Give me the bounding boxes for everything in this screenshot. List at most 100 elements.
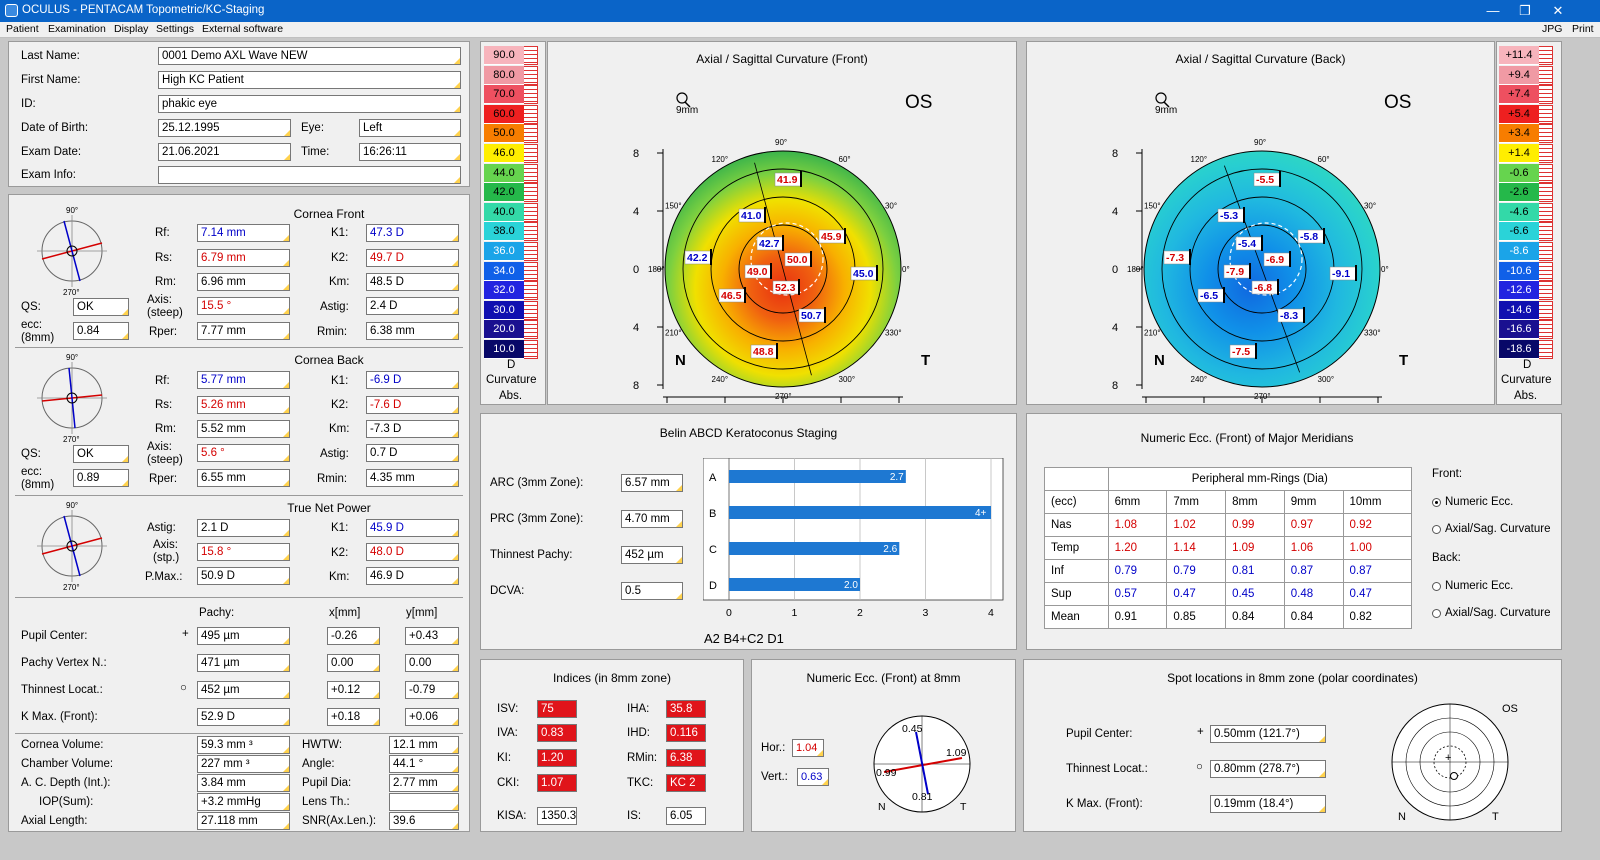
ecc-cell: 0.47 — [1342, 582, 1412, 606]
front-numeric-ecc-label[interactable]: Numeric Ecc. — [1445, 496, 1513, 508]
cki-value: 1.07 — [537, 774, 577, 792]
cornea-front-k1: 47.3 D — [366, 224, 459, 242]
isv-label: ISV: — [497, 703, 519, 715]
back-axial-sag-label[interactable]: Axial/Sag. Curvature — [1445, 607, 1550, 619]
back-zoom-label[interactable]: 9mm — [1155, 105, 1177, 116]
cornea-front-rmin: 6.38 mm — [366, 322, 459, 340]
cornea-front-k2: 49.7 D — [366, 249, 459, 267]
first-name-field[interactable]: High KC Patient — [158, 71, 461, 89]
ihd-label: IHD: — [627, 727, 650, 739]
last-name-field[interactable]: 0001 Demo AXL Wave NEW — [158, 47, 461, 65]
cornea-back-rm: 5.52 mm — [197, 420, 290, 438]
chart-bar — [729, 578, 860, 591]
scale-tick-marks — [524, 320, 538, 340]
scale-cell: -12.6 — [1499, 281, 1539, 301]
menu-jpg[interactable]: JPG — [1542, 23, 1562, 35]
time-label: Time: — [301, 146, 330, 158]
angle-label: 300° — [1318, 375, 1335, 384]
scale-cell: 70.0 — [484, 85, 524, 105]
exam-date-field[interactable]: 21.06.2021 — [158, 143, 291, 161]
menu-settings[interactable]: Settings — [156, 23, 194, 35]
cornea-back-title: Cornea Back — [294, 353, 364, 367]
back-scale-mode[interactable]: Curvature — [1501, 374, 1552, 386]
kisa-value: 1350.3 — [537, 807, 577, 825]
cornea-front-title: Cornea Front — [293, 207, 365, 221]
angle-label: 270° — [775, 392, 792, 401]
front-curvature-map[interactable]: 840488404890°60°30°0°330°300°270°240°210… — [548, 42, 1018, 406]
close-button[interactable]: ✕ — [1545, 2, 1571, 20]
id-field[interactable]: phakic eye — [158, 95, 461, 113]
map-value: 50.7 — [801, 310, 822, 322]
iva-value: 0.83 — [537, 724, 577, 742]
ecc-cell: 0.47 — [1166, 582, 1227, 606]
front-scale-mode[interactable]: Curvature — [486, 374, 537, 386]
pachy-vertex-label: Pachy Vertex N.: — [21, 657, 107, 669]
front-axial-sag-radio[interactable] — [1432, 525, 1441, 534]
is-value: 6.05 — [666, 807, 706, 825]
back-numeric-ecc-radio[interactable] — [1432, 582, 1441, 591]
front-option-label: Front: — [1432, 468, 1463, 480]
scale-cell: -14.6 — [1499, 300, 1539, 320]
back-option-label: Back: — [1432, 552, 1461, 564]
back-scale-type[interactable]: Abs. — [1514, 390, 1537, 402]
menu-print[interactable]: Print — [1572, 23, 1594, 35]
scale-cell: 60.0 — [484, 104, 524, 124]
scale-tick-marks — [524, 65, 538, 85]
front-scale-type[interactable]: Abs. — [499, 390, 522, 402]
dob-field[interactable]: 25.12.1995 — [158, 119, 291, 137]
spot-thinnest-value: 0.80mm (278.7°) — [1210, 760, 1326, 778]
steep-label: (steep) — [147, 307, 183, 319]
scale-cell: -18.6 — [1499, 340, 1539, 359]
chart-category-label: C — [709, 544, 717, 556]
angle-label: 90° — [775, 138, 787, 147]
iha-label: IHA: — [627, 703, 650, 715]
time-field[interactable]: 16:26:11 — [359, 143, 461, 161]
restore-button[interactable]: ❐ — [1512, 2, 1538, 20]
scale-tick-marks — [524, 261, 538, 281]
circle-marker-icon: ○ — [1196, 761, 1203, 773]
scale-tick-marks — [1539, 163, 1553, 183]
scale-cell: 20.0 — [484, 320, 524, 340]
back-axial-sag-radio[interactable] — [1432, 609, 1441, 618]
scale-tick-marks — [1539, 85, 1553, 105]
front-zoom-label[interactable]: 9mm — [676, 105, 698, 116]
angle-label: 210° — [1144, 329, 1161, 338]
menu-examination[interactable]: Examination — [48, 23, 106, 35]
separator — [15, 597, 463, 598]
chart-data-label: 4+ — [975, 508, 987, 519]
exam-info-field[interactable] — [158, 166, 461, 184]
spot-kmax-value: 0.19mm (18.4°) — [1210, 795, 1326, 813]
ecc-cell: 0.84 — [1225, 605, 1285, 629]
minimize-button[interactable]: — — [1480, 2, 1506, 20]
menu-patient[interactable]: Patient — [6, 23, 39, 35]
angle-label: 180° — [1127, 265, 1144, 274]
back-curvature-map[interactable]: 840488404890°60°30°0°330°300°270°240°210… — [1027, 42, 1496, 406]
thinnest-pachy-label: Thinnest Pachy: — [490, 549, 573, 561]
pupil-center-y: +0.43 — [405, 627, 459, 645]
y-axis-label: 8 — [1112, 148, 1118, 160]
hor-value: 1.04 — [792, 739, 824, 757]
rper-label: Rper: — [149, 473, 178, 485]
chart-bar — [729, 506, 991, 519]
cornea-front-qs: OK — [73, 298, 129, 316]
lens-th-value — [389, 793, 459, 811]
scale-tick-marks — [1539, 242, 1553, 261]
rf-label: Rf: — [155, 227, 170, 239]
eye-field[interactable]: Left — [359, 119, 461, 137]
back-numeric-ecc-label[interactable]: Numeric Ecc. — [1445, 580, 1513, 592]
angle-label: 330° — [1364, 329, 1381, 338]
cornea-front-rf: 7.14 mm — [197, 224, 290, 242]
menu-external-software[interactable]: External software — [202, 23, 283, 35]
prc-value: 4.70 mm — [621, 510, 683, 528]
rm-label: Rm: — [155, 423, 177, 435]
menu-display[interactable]: Display — [114, 23, 148, 35]
front-axial-sag-label[interactable]: Axial/Sag. Curvature — [1445, 523, 1550, 535]
indices-title: Indices (in 8mm zone) — [552, 671, 672, 685]
scale-tick-marks — [1539, 65, 1553, 85]
arc-label: ARC (3mm Zone): — [490, 477, 584, 489]
iop-value: +3.2 mmHg — [197, 793, 290, 811]
true-net-power-title: True Net Power — [287, 501, 371, 515]
ecc-8mm-label: (8mm) — [21, 332, 55, 344]
front-numeric-ecc-radio[interactable] — [1432, 498, 1441, 507]
ecc-top-value: 0.45 — [902, 723, 923, 735]
